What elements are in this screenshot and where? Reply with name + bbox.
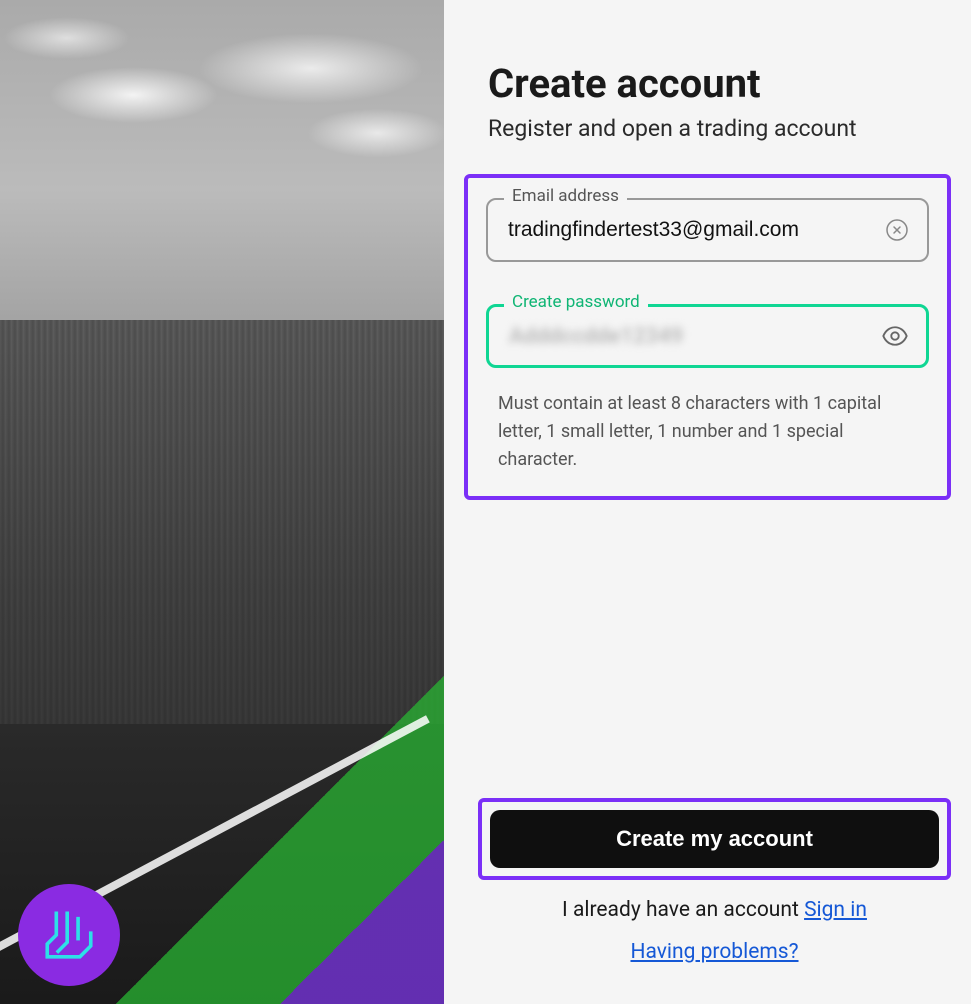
clear-email-button[interactable] [885,218,909,242]
password-label: Create password [504,292,648,312]
eye-icon [881,322,909,350]
page-title: Create account [488,60,941,107]
brand-logo-badge [18,884,120,986]
close-circle-icon [885,218,909,242]
already-have-text: I already have an account [562,898,804,922]
form-panel: Create account Register and open a tradi… [444,0,971,1004]
email-input[interactable] [486,198,929,262]
password-hint: Must contain at least 8 characters with … [498,390,917,474]
page-subtitle: Register and open a trading account [488,115,941,142]
email-field-wrap: Email address [486,198,929,262]
create-button-highlight: Create my account [478,798,951,880]
email-label: Email address [504,186,627,206]
having-problems-link[interactable]: Having problems? [488,940,941,964]
form-highlight-box: Email address Create password Adddccdde1… [464,174,951,500]
password-masked-value: Adddccdde12349 [509,324,683,349]
sign-in-link[interactable]: Sign in [804,898,867,922]
create-account-button[interactable]: Create my account [490,810,939,868]
password-field-wrap: Create password Adddccdde12349 [486,304,929,368]
password-input[interactable]: Adddccdde12349 [486,304,929,368]
hero-image-panel [0,0,444,1004]
toggle-password-visibility-button[interactable] [881,322,909,350]
signin-row: I already have an account Sign in [488,898,941,922]
brand-logo-icon [40,906,98,964]
